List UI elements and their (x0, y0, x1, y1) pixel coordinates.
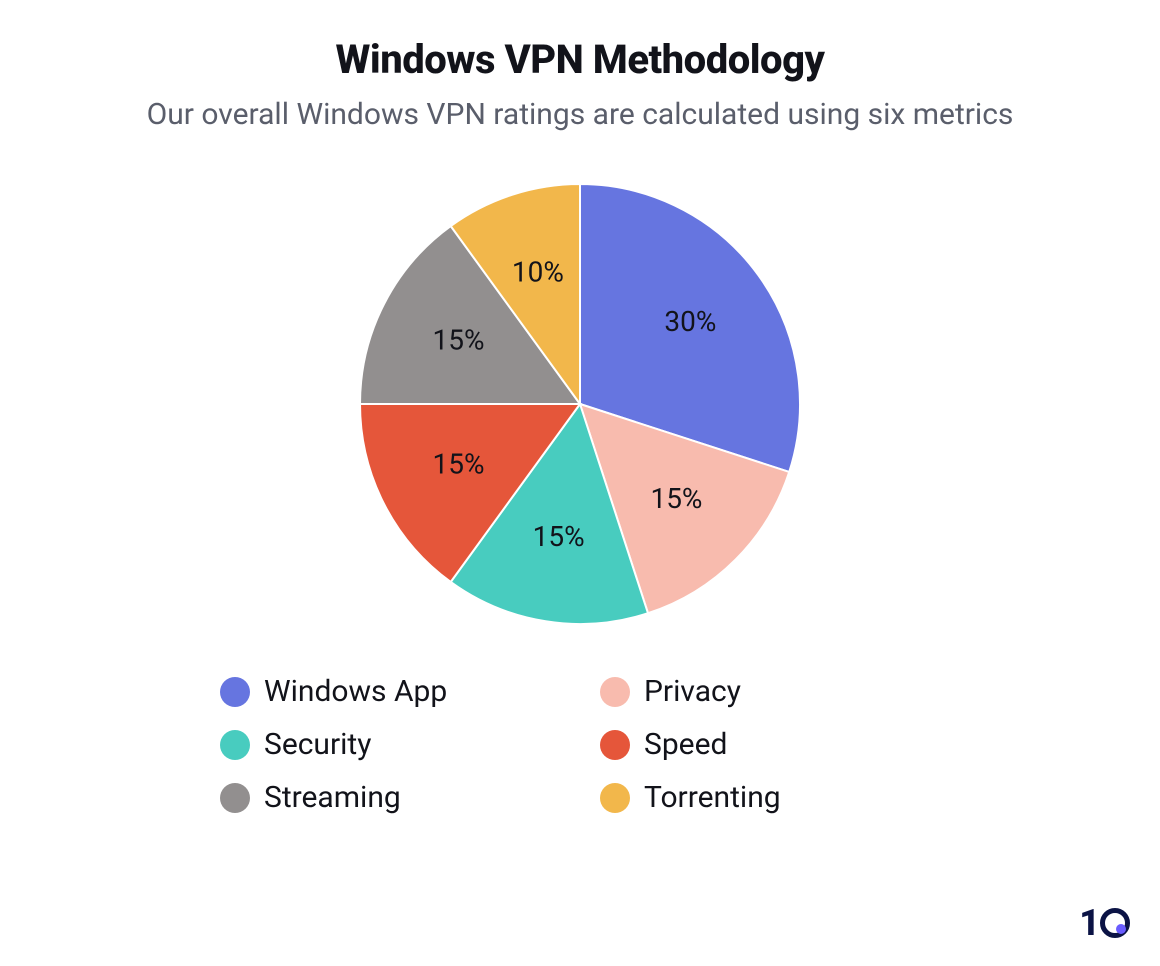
legend-label: Security (264, 727, 371, 762)
legend-item: Speed (600, 727, 940, 762)
legend-swatch-icon (600, 730, 630, 760)
pie-slice-label: 15% (432, 323, 484, 356)
pie-slice-label: 15% (432, 447, 484, 480)
legend-item: Torrenting (600, 780, 940, 815)
chart-legend: Windows App Privacy Security Speed Streaming… (220, 674, 940, 815)
legend-item: Windows App (220, 674, 560, 709)
pie-chart: 30% 15% 15% 15% 15% 10% (0, 174, 1160, 634)
brand-logo: 1 (1079, 902, 1130, 944)
legend-swatch-icon (600, 677, 630, 707)
legend-label: Privacy (644, 674, 741, 709)
legend-label: Streaming (264, 780, 401, 815)
pie-slice-label: 30% (664, 305, 716, 338)
chart-subtitle: Our overall Windows VPN ratings are calc… (0, 97, 1160, 132)
legend-item: Privacy (600, 674, 940, 709)
brand-dot-icon (1116, 924, 1126, 934)
legend-swatch-icon (220, 677, 250, 707)
pie-slice-label: 15% (533, 520, 585, 553)
legend-item: Security (220, 727, 560, 762)
legend-label: Torrenting (644, 780, 781, 815)
pie-svg: 30% 15% 15% 15% 15% 10% (350, 174, 810, 634)
legend-label: Windows App (264, 674, 447, 709)
pie-slice-label: 15% (650, 482, 702, 515)
legend-swatch-icon (600, 783, 630, 813)
legend-swatch-icon (220, 783, 250, 813)
chart-card: Windows VPN Methodology Our overall Wind… (0, 0, 1160, 966)
chart-title: Windows VPN Methodology (0, 36, 1160, 83)
legend-item: Streaming (220, 780, 560, 815)
legend-swatch-icon (220, 730, 250, 760)
pie-slice-label: 10% (512, 256, 564, 289)
brand-digit-one: 1 (1079, 902, 1098, 944)
legend-label: Speed (644, 727, 727, 762)
brand-letter-o-icon (1100, 908, 1130, 938)
